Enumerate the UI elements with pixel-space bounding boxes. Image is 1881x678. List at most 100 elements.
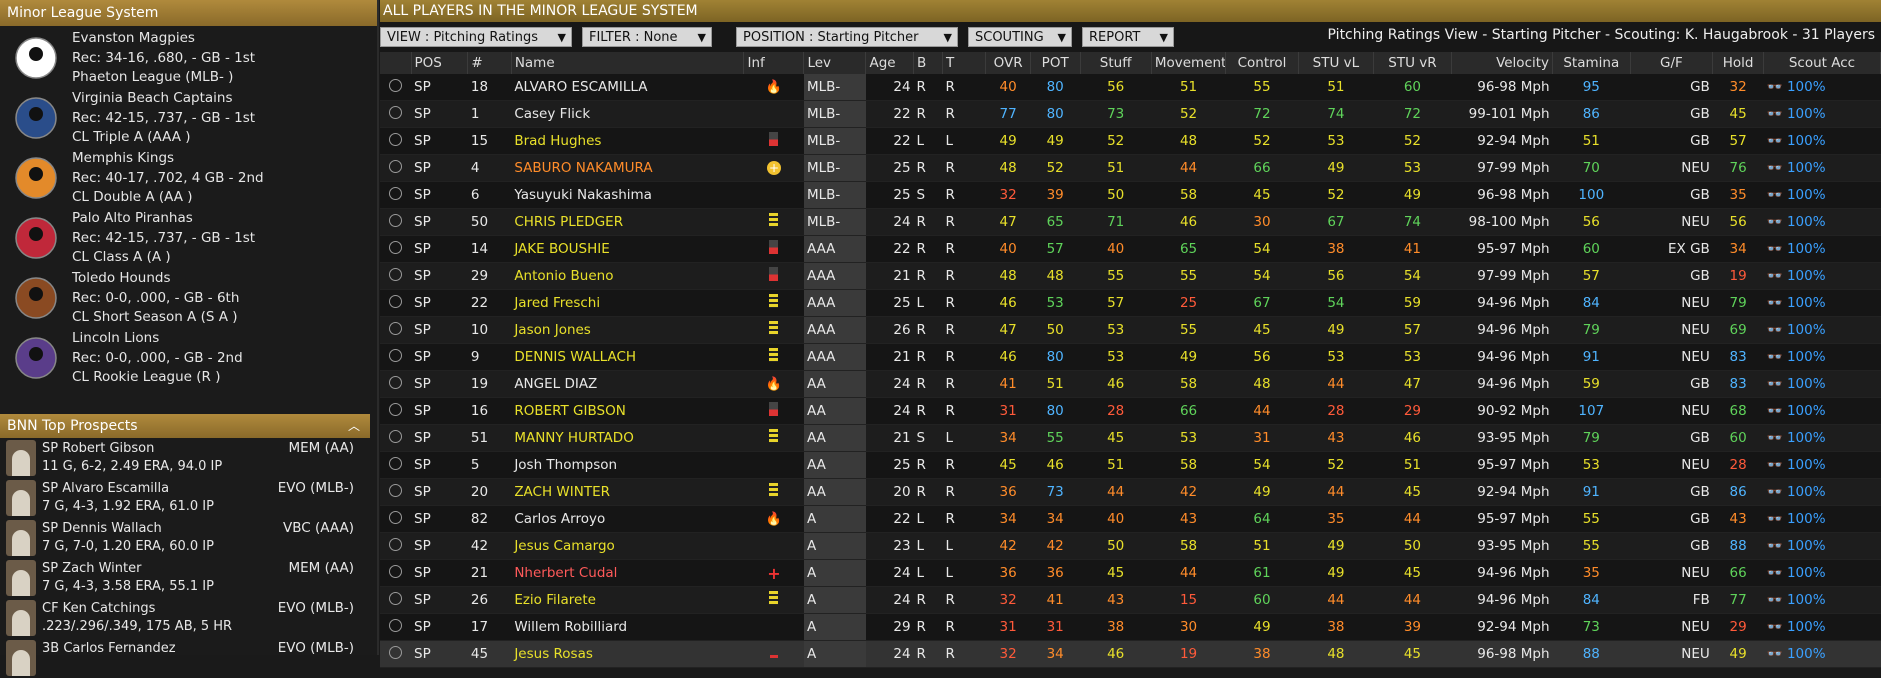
binoculars-icon[interactable]: 👓 xyxy=(1766,593,1782,608)
table-row[interactable]: SP 20 ZACH WINTER AA 20 R R 36 73 44 42 … xyxy=(380,478,1881,506)
player-name-link[interactable]: Ezio Filarete xyxy=(511,586,744,614)
player-name-link[interactable]: Jesus Rosas xyxy=(511,640,744,668)
scouting-dropdown[interactable]: SCOUTING ▼ xyxy=(968,27,1072,47)
report-dropdown[interactable]: REPORT ▼ xyxy=(1082,27,1174,47)
binoculars-icon[interactable]: 👓 xyxy=(1766,620,1782,635)
row-select-radio[interactable] xyxy=(380,208,412,236)
scout-acc-cell[interactable]: 👓 100% xyxy=(1763,100,1881,128)
player-name-link[interactable]: DENNIS WALLACH xyxy=(511,343,744,371)
radio-icon[interactable] xyxy=(389,537,402,551)
radio-icon[interactable] xyxy=(389,321,402,335)
player-name-link[interactable]: Yasuyuki Nakashima xyxy=(511,181,744,209)
radio-icon[interactable] xyxy=(389,348,402,362)
binoculars-icon[interactable]: 👓 xyxy=(1766,566,1782,581)
table-row[interactable]: SP 50 CHRIS PLEDGER MLB- 24 R R 47 65 71… xyxy=(380,208,1881,236)
table-row[interactable]: SP 14 JAKE BOUSHIE AAA 22 R R 40 57 40 6… xyxy=(380,235,1881,263)
binoculars-icon[interactable]: 👓 xyxy=(1766,323,1782,338)
scout-acc-cell[interactable]: 👓 100% xyxy=(1763,505,1881,533)
column-header[interactable]: Name xyxy=(511,52,745,74)
radio-icon[interactable] xyxy=(389,591,402,605)
column-header[interactable]: Stamina xyxy=(1552,52,1631,74)
row-select-radio[interactable] xyxy=(380,74,412,101)
radio-icon[interactable] xyxy=(389,483,402,497)
table-row[interactable]: SP 82 Carlos Arroyo 🔥 A 22 L R 34 34 40 … xyxy=(380,505,1881,533)
binoculars-icon[interactable]: 👓 xyxy=(1766,485,1782,500)
column-header[interactable]: Hold xyxy=(1712,52,1764,74)
row-select-radio[interactable] xyxy=(380,640,412,668)
row-select-radio[interactable] xyxy=(380,586,412,614)
column-header[interactable]: G/F xyxy=(1630,52,1714,74)
radio-icon[interactable] xyxy=(389,105,402,119)
prospect-item[interactable]: CF Ken Catchings .223/.296/.349, 175 AB,… xyxy=(0,598,370,638)
row-select-radio[interactable] xyxy=(380,316,412,344)
table-row[interactable]: SP 6 Yasuyuki Nakashima MLB- 25 S R 32 3… xyxy=(380,181,1881,209)
player-name-link[interactable]: Brad Hughes xyxy=(511,127,744,155)
prospect-item[interactable]: SP Zach Winter 7 G, 4-3, 3.58 ERA, 55.1 … xyxy=(0,558,370,598)
radio-icon[interactable] xyxy=(389,645,402,659)
player-name-link[interactable]: ROBERT GIBSON xyxy=(511,397,744,425)
row-select-radio[interactable] xyxy=(380,154,412,182)
scout-acc-cell[interactable]: 👓 100% xyxy=(1763,181,1881,209)
team-entry[interactable]: Toledo Hounds Rec: 0-0, .000, - GB - 6th… xyxy=(0,268,377,328)
player-name-link[interactable]: Jason Jones xyxy=(511,316,744,344)
table-row[interactable]: SP 9 DENNIS WALLACH AAA 21 R R 46 80 53 … xyxy=(380,343,1881,371)
scout-acc-cell[interactable]: 👓 100% xyxy=(1763,316,1881,344)
scout-acc-cell[interactable]: 👓 100% xyxy=(1763,127,1881,155)
scout-acc-cell[interactable]: 👓 100% xyxy=(1763,613,1881,641)
table-row[interactable]: SP 1 Casey Flick MLB- 22 R R 77 80 73 52… xyxy=(380,100,1881,128)
radio-icon[interactable] xyxy=(389,132,402,146)
player-name-link[interactable]: Antonio Bueno xyxy=(511,262,744,290)
row-select-radio[interactable] xyxy=(380,613,412,641)
column-header[interactable]: Age xyxy=(865,52,915,74)
scout-acc-cell[interactable]: 👓 100% xyxy=(1763,343,1881,371)
row-select-radio[interactable] xyxy=(380,478,412,506)
radio-icon[interactable] xyxy=(389,429,402,443)
collapse-icon[interactable]: ︿ xyxy=(348,414,360,438)
table-row[interactable]: SP 22 Jared Freschi AAA 25 L R 46 53 57 … xyxy=(380,289,1881,317)
scout-acc-cell[interactable]: 👓 100% xyxy=(1763,74,1881,101)
binoculars-icon[interactable]: 👓 xyxy=(1766,242,1782,257)
row-select-radio[interactable] xyxy=(380,424,412,452)
radio-icon[interactable] xyxy=(389,294,402,308)
radio-icon[interactable] xyxy=(389,618,402,632)
player-name-link[interactable]: Josh Thompson xyxy=(511,451,744,479)
table-row[interactable]: SP 51 MANNY HURTADO AA 21 S L 34 55 45 5… xyxy=(380,424,1881,452)
scout-acc-cell[interactable]: 👓 100% xyxy=(1763,370,1881,398)
column-header[interactable]: Movement xyxy=(1151,52,1227,74)
binoculars-icon[interactable]: 👓 xyxy=(1766,350,1782,365)
row-select-radio[interactable] xyxy=(380,532,412,560)
player-name-link[interactable]: MANNY HURTADO xyxy=(511,424,744,452)
filter-dropdown[interactable]: FILTER : None ▼ xyxy=(582,27,712,47)
binoculars-icon[interactable]: 👓 xyxy=(1766,512,1782,527)
row-select-radio[interactable] xyxy=(380,397,412,425)
player-name-link[interactable]: Willem Robilliard xyxy=(511,613,744,641)
scout-acc-cell[interactable]: 👓 100% xyxy=(1763,451,1881,479)
table-row[interactable]: SP 18 ALVARO ESCAMILLA 🔥 MLB- 24 R R 40 … xyxy=(380,74,1881,101)
column-header[interactable] xyxy=(380,52,412,74)
binoculars-icon[interactable]: 👓 xyxy=(1766,107,1782,122)
binoculars-icon[interactable]: 👓 xyxy=(1766,377,1782,392)
prospect-item[interactable]: SP Dennis Wallach 7 G, 7-0, 1.20 ERA, 60… xyxy=(0,518,370,558)
radio-icon[interactable] xyxy=(389,213,402,227)
team-entry[interactable]: Lincoln Lions Rec: 0-0, .000, - GB - 2nd… xyxy=(0,328,377,388)
binoculars-icon[interactable]: 👓 xyxy=(1766,431,1782,446)
radio-icon[interactable] xyxy=(389,375,402,389)
binoculars-icon[interactable]: 👓 xyxy=(1766,215,1782,230)
column-header[interactable]: Scout Acc xyxy=(1763,52,1881,74)
column-header[interactable]: Velocity xyxy=(1451,52,1554,74)
row-select-radio[interactable] xyxy=(380,451,412,479)
scout-acc-cell[interactable]: 👓 100% xyxy=(1763,640,1881,668)
table-row[interactable]: SP 42 Jesus Camargo A 23 L L 42 42 50 58… xyxy=(380,532,1881,560)
table-row[interactable]: SP 17 Willem Robilliard A 29 R R 31 31 3… xyxy=(380,613,1881,641)
table-row[interactable]: SP 26 Ezio Filarete A 24 R R 32 41 43 15… xyxy=(380,586,1881,614)
binoculars-icon[interactable]: 👓 xyxy=(1766,458,1782,473)
scout-acc-cell[interactable]: 👓 100% xyxy=(1763,397,1881,425)
player-name-link[interactable]: ZACH WINTER xyxy=(511,478,744,506)
radio-icon[interactable] xyxy=(389,186,402,200)
column-header[interactable]: STU vL xyxy=(1298,52,1375,74)
prospect-item[interactable]: SP Robert Gibson 11 G, 6-2, 2.49 ERA, 94… xyxy=(0,438,370,478)
scout-acc-cell[interactable]: 👓 100% xyxy=(1763,586,1881,614)
binoculars-icon[interactable]: 👓 xyxy=(1766,404,1782,419)
binoculars-icon[interactable]: 👓 xyxy=(1766,161,1782,176)
column-header[interactable]: Stuff xyxy=(1080,52,1152,74)
